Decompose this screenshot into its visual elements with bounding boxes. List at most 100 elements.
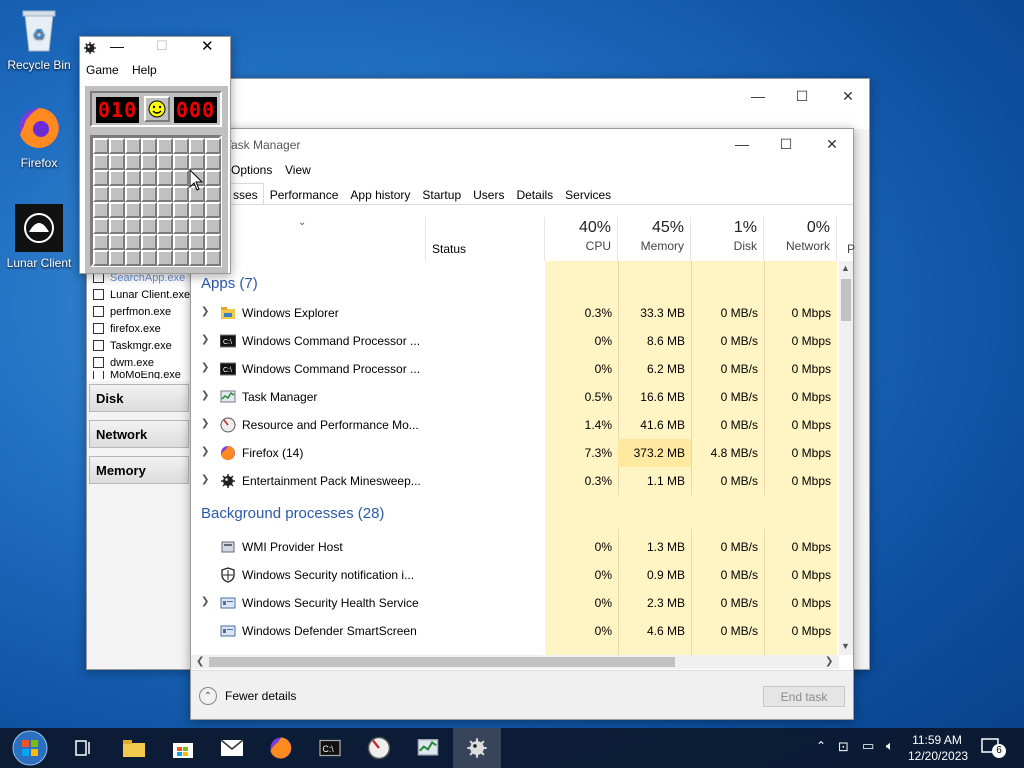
expand-chevron-icon[interactable]: ❯ xyxy=(201,596,209,607)
table-row[interactable]: ❯ Entertainment Pack Minesweep... 0.3% 1… xyxy=(191,467,837,495)
scrollbar-thumb[interactable] xyxy=(209,657,675,667)
process-checkbox[interactable] xyxy=(93,357,104,368)
scroll-up-arrow-icon[interactable]: ▲ xyxy=(841,263,850,273)
mine-cell[interactable] xyxy=(125,170,141,186)
mine-cell[interactable] xyxy=(189,154,205,170)
mine-cell[interactable] xyxy=(125,138,141,154)
table-row[interactable]: ❯ Windows Explorer 0.3% 33.3 MB 0 MB/s 0… xyxy=(191,299,837,327)
tray-meet-icon[interactable]: ⊡ xyxy=(838,739,849,755)
mine-cell[interactable] xyxy=(173,170,189,186)
group-background-header[interactable]: Background processes (28) xyxy=(201,505,384,522)
column-disk[interactable]: 1% Disk xyxy=(691,217,764,261)
table-row[interactable]: ❯ Task Manager 0.5% 16.6 MB 0 MB/s 0 Mbp… xyxy=(191,383,837,411)
mine-cell[interactable] xyxy=(157,186,173,202)
table-row[interactable]: ❯ C:\ Windows Command Processor ... 0% 6… xyxy=(191,355,837,383)
horizontal-scrollbar[interactable]: ❮ ❯ xyxy=(191,655,839,669)
mine-cell[interactable] xyxy=(173,154,189,170)
mine-cell[interactable] xyxy=(141,250,157,266)
mine-cell[interactable] xyxy=(189,202,205,218)
close-button[interactable]: ✕ xyxy=(201,37,214,55)
process-item[interactable]: Taskmgr.exe xyxy=(87,337,191,354)
tab-services[interactable]: Services xyxy=(559,183,617,205)
mine-cell[interactable] xyxy=(109,170,125,186)
expand-chevron-icon[interactable]: ❯ xyxy=(201,362,209,373)
taskbar-firefox[interactable] xyxy=(257,728,305,768)
mine-cell[interactable] xyxy=(141,202,157,218)
process-checkbox[interactable] xyxy=(93,340,104,351)
tray-overflow-chevron-icon[interactable]: ⌃ xyxy=(816,739,826,753)
maximize-button[interactable]: ☐ xyxy=(779,81,825,111)
column-cpu[interactable]: 40% CPU xyxy=(545,217,618,261)
mine-cell[interactable] xyxy=(93,154,109,170)
mine-cell[interactable] xyxy=(141,170,157,186)
mine-cell[interactable] xyxy=(157,154,173,170)
mine-cell[interactable] xyxy=(125,250,141,266)
mine-cell[interactable] xyxy=(93,170,109,186)
mine-cell[interactable] xyxy=(125,186,141,202)
mine-cell[interactable] xyxy=(205,202,221,218)
mine-cell[interactable] xyxy=(157,138,173,154)
process-checkbox[interactable] xyxy=(93,306,104,317)
process-checkbox[interactable] xyxy=(93,371,104,379)
table-row[interactable]: ❯ C:\ Windows Command Processor ... 0% 8… xyxy=(191,327,837,355)
desktop-icon-firefox[interactable]: Firefox xyxy=(1,104,77,170)
table-row[interactable]: Windows Defender SmartScreen 0% 4.6 MB 0… xyxy=(191,617,837,645)
mine-cell[interactable] xyxy=(205,138,221,154)
tab-details[interactable]: Details xyxy=(510,183,559,205)
section-disk[interactable]: Disk xyxy=(89,384,189,412)
mine-cell[interactable] xyxy=(205,186,221,202)
mine-cell[interactable] xyxy=(93,202,109,218)
fewer-details-button[interactable]: ⌃ Fewer details xyxy=(199,687,296,705)
taskbar-minesweeper[interactable] xyxy=(453,728,501,768)
taskbar-resource-monitor[interactable] xyxy=(355,728,403,768)
scroll-left-arrow-icon[interactable]: ❮ xyxy=(196,656,204,667)
mine-cell[interactable] xyxy=(141,138,157,154)
mine-cell[interactable] xyxy=(141,234,157,250)
menu-help[interactable]: Help xyxy=(132,63,157,77)
desktop-icon-lunar-client[interactable]: Lunar Client xyxy=(1,204,77,270)
minefield[interactable] xyxy=(90,135,222,267)
mine-cell[interactable] xyxy=(93,234,109,250)
expand-chevron-icon[interactable]: ❯ xyxy=(201,334,209,345)
mine-cell[interactable] xyxy=(93,186,109,202)
mine-cell[interactable] xyxy=(189,218,205,234)
mine-cell[interactable] xyxy=(157,234,173,250)
mine-cell[interactable] xyxy=(205,250,221,266)
mine-cell[interactable] xyxy=(109,202,125,218)
mine-cell[interactable] xyxy=(205,234,221,250)
process-checkbox[interactable] xyxy=(93,323,104,334)
mine-cell[interactable] xyxy=(173,138,189,154)
expand-chevron-icon[interactable]: ❯ xyxy=(201,474,209,485)
end-task-button[interactable]: End task xyxy=(763,686,845,707)
mine-cell[interactable] xyxy=(109,138,125,154)
maximize-button[interactable]: ☐ xyxy=(156,38,168,54)
taskbar-store[interactable] xyxy=(159,728,207,768)
mine-cell[interactable] xyxy=(109,234,125,250)
mine-cell[interactable] xyxy=(157,250,173,266)
expand-chevron-icon[interactable]: ❯ xyxy=(201,418,209,429)
mine-cell[interactable] xyxy=(141,186,157,202)
taskbar-file-explorer[interactable] xyxy=(110,728,158,768)
section-network[interactable]: Network xyxy=(89,420,189,448)
tab-processes[interactable]: sses xyxy=(227,183,264,205)
mine-cell[interactable] xyxy=(109,186,125,202)
mine-cell[interactable] xyxy=(125,234,141,250)
mine-cell[interactable] xyxy=(189,138,205,154)
mine-cell[interactable] xyxy=(173,218,189,234)
process-item[interactable]: firefox.exe xyxy=(87,320,191,337)
mine-cell[interactable] xyxy=(125,218,141,234)
mine-cell[interactable] xyxy=(205,170,221,186)
mine-cell[interactable] xyxy=(189,234,205,250)
mine-cell[interactable] xyxy=(173,234,189,250)
close-button[interactable]: ✕ xyxy=(809,129,855,159)
maximize-button[interactable]: ☐ xyxy=(763,129,809,159)
task-view-button[interactable] xyxy=(60,728,108,768)
column-memory[interactable]: 45% Memory xyxy=(618,217,691,261)
table-row[interactable]: WMI Provider Host 0% 1.3 MB 0 MB/s 0 Mbp… xyxy=(191,533,837,561)
mine-cell[interactable] xyxy=(93,218,109,234)
process-item[interactable]: perfmon.exe xyxy=(87,303,191,320)
taskbar-mail[interactable] xyxy=(208,728,256,768)
start-button[interactable] xyxy=(6,728,54,768)
mine-cell[interactable] xyxy=(141,154,157,170)
mine-cell[interactable] xyxy=(157,218,173,234)
